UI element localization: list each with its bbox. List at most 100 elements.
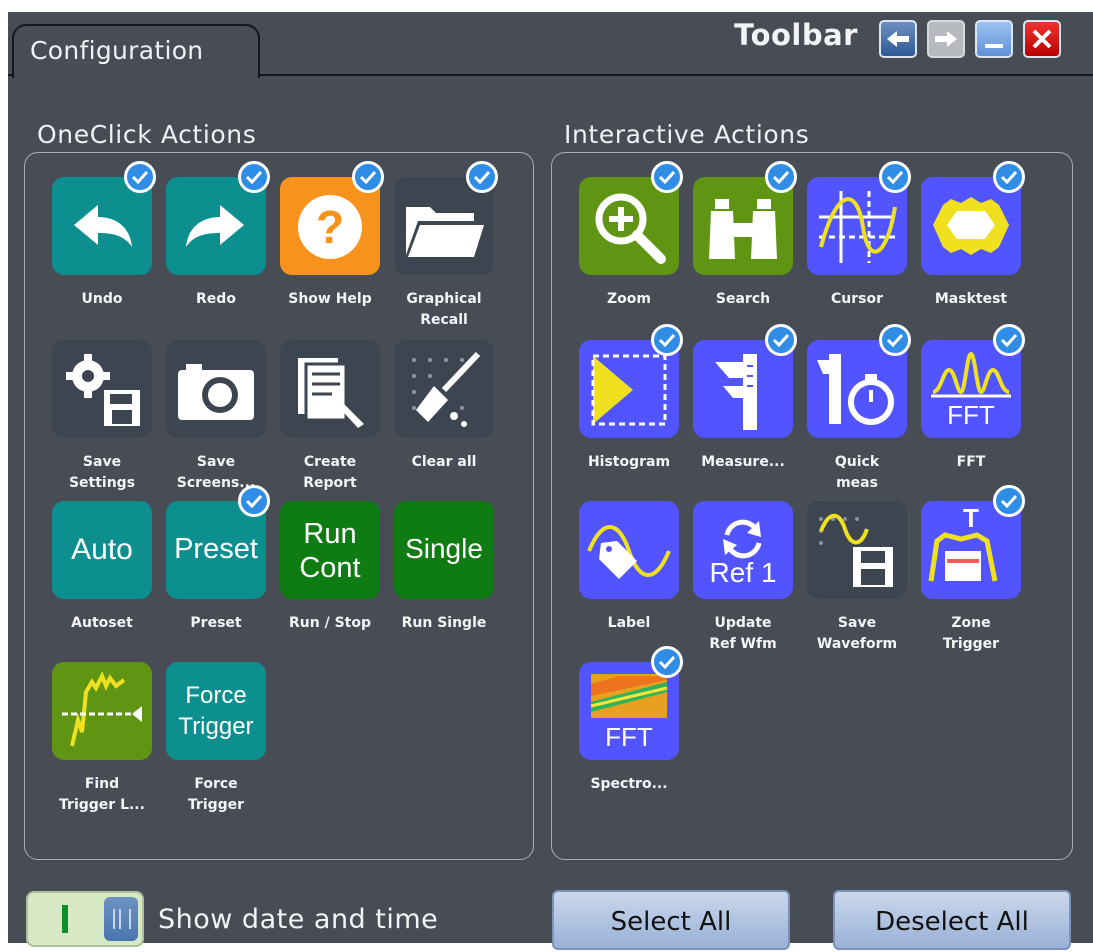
measure-action[interactable]: Measure...	[693, 324, 797, 473]
check-icon	[124, 161, 156, 193]
check-icon	[651, 161, 683, 193]
deselect-all-button[interactable]: Deselect All	[833, 890, 1071, 950]
save-settings-action[interactable]: Save Settings	[52, 340, 152, 494]
check-icon	[466, 161, 498, 193]
spectrogram-tile[interactable]: FFT	[579, 646, 683, 760]
minimize-icon	[985, 44, 1003, 48]
arrow-right-icon	[935, 31, 957, 47]
report-icon	[298, 358, 364, 428]
tab-configuration[interactable]: Configuration	[12, 24, 260, 78]
graphical-recall-tile[interactable]	[394, 161, 498, 275]
cursor-action[interactable]: Cursor	[807, 161, 911, 310]
quick-meas-action[interactable]: Quick meas	[807, 324, 911, 494]
toggle-knob[interactable]	[104, 897, 138, 941]
zoom-tile[interactable]	[579, 161, 683, 275]
run-single-tile[interactable]: Single	[394, 501, 494, 599]
create-report-tile[interactable]	[280, 340, 380, 438]
force-trigger-tile[interactable]: Force Trigger	[166, 662, 266, 760]
autoset-tile-text: Auto	[71, 533, 133, 566]
check-icon	[879, 161, 911, 193]
show-help-tile[interactable]: ?	[280, 161, 384, 275]
update-ref-wfm-tile[interactable]: Ref 1	[693, 501, 793, 599]
save-waveform-action[interactable]: Save Waveform	[807, 501, 907, 655]
run-stop-tile[interactable]: Run Cont	[280, 501, 380, 599]
search-tile[interactable]	[693, 161, 797, 275]
autoset-action[interactable]: Auto Autoset	[52, 501, 152, 634]
show-help-action[interactable]: ? Show Help	[280, 161, 384, 310]
fft-action[interactable]: FFT FFT	[921, 324, 1025, 473]
measure-label: Measure...	[701, 454, 785, 470]
zoom-label: Zoom	[607, 291, 651, 307]
histogram-action[interactable]: Histogram	[579, 324, 683, 473]
close-button[interactable]	[1023, 20, 1061, 58]
check-icon	[879, 324, 911, 356]
save-settings-tile[interactable]	[52, 340, 152, 438]
minimize-button[interactable]	[975, 20, 1013, 58]
label-tile[interactable]	[579, 501, 679, 599]
run-single-action[interactable]: Single Run Single	[394, 501, 494, 634]
toolbar-config-panel: Configuration Toolbar OneClick Actions I…	[8, 12, 1093, 950]
clear-all-action[interactable]: Clear all	[394, 340, 494, 473]
save-waveform-tile[interactable]	[807, 501, 907, 599]
find-trigger-level-tile[interactable]	[52, 662, 152, 760]
measure-tile[interactable]	[693, 324, 797, 438]
check-icon	[352, 161, 384, 193]
quick-meas-tile[interactable]	[807, 324, 911, 438]
graphical-recall-label: Graphical Recall	[406, 291, 482, 328]
preset-tile[interactable]: Preset	[166, 485, 270, 599]
zone-trigger-action[interactable]: T Zone Trigger	[921, 485, 1025, 655]
graphical-recall-action[interactable]: Graphical Recall	[394, 161, 498, 331]
masktest-label: Masktest	[934, 291, 1008, 307]
search-label: Search	[715, 291, 771, 307]
tag-icon	[587, 525, 671, 579]
preset-action[interactable]: Preset Preset	[166, 485, 270, 634]
forward-button[interactable]	[927, 20, 965, 58]
label-action[interactable]: Label	[579, 501, 679, 634]
fft-label: FFT	[956, 454, 986, 470]
spectrogram-action[interactable]: FFT Spectro...	[579, 646, 683, 795]
settings-save-icon	[66, 354, 140, 426]
toggle-on-indicator	[62, 905, 68, 933]
create-report-action[interactable]: Create Report	[280, 340, 380, 494]
run-stop-action[interactable]: Run Cont Run / Stop	[280, 501, 380, 634]
show-date-time-toggle[interactable]	[26, 891, 144, 947]
undo-tile[interactable]	[52, 161, 156, 275]
autoset-tile[interactable]: Auto	[52, 501, 152, 599]
save-screenshot-action[interactable]: Save Screens...	[166, 340, 266, 494]
redo-action[interactable]: Redo	[166, 161, 270, 310]
preset-tile-text: Preset	[174, 533, 258, 565]
find-trigger-level-action[interactable]: Find Trigger L...	[52, 662, 152, 816]
cursor-tile[interactable]	[807, 161, 911, 275]
back-button[interactable]	[879, 20, 917, 58]
run-single-label: Run Single	[401, 615, 487, 631]
run-single-tile-text: Single	[405, 533, 483, 564]
clear-all-tile[interactable]	[394, 340, 494, 438]
create-report-label: Create Report	[303, 454, 357, 491]
oneclick-section-title: OneClick Actions	[37, 120, 257, 149]
force-trigger-label: Force Trigger	[187, 776, 245, 813]
undo-action[interactable]: Undo	[52, 161, 156, 310]
check-icon	[651, 324, 683, 356]
redo-tile[interactable]	[166, 161, 270, 275]
masktest-tile[interactable]	[921, 161, 1025, 275]
find-trigger-level-label: Find Trigger L...	[59, 776, 145, 813]
zoom-action[interactable]: Zoom	[579, 161, 683, 310]
show-help-label: Show Help	[288, 291, 372, 307]
cursor-label: Cursor	[830, 291, 883, 307]
masktest-action[interactable]: Masktest	[921, 161, 1025, 310]
preset-label: Preset	[190, 615, 242, 631]
save-screenshot-tile[interactable]	[166, 340, 266, 438]
search-action[interactable]: Search	[693, 161, 797, 310]
update-ref-wfm-action[interactable]: Ref 1 Update Ref Wfm	[693, 501, 793, 655]
update-ref-wfm-label: Update Ref Wfm	[709, 615, 777, 652]
camera-icon	[178, 364, 254, 420]
redo-label: Redo	[196, 291, 236, 307]
fft-tile[interactable]: FFT	[921, 324, 1025, 438]
histogram-tile[interactable]	[579, 324, 683, 438]
check-icon	[993, 485, 1025, 517]
save-waveform-icon	[819, 513, 893, 587]
zone-trigger-tile[interactable]: T	[921, 485, 1025, 599]
check-icon	[765, 324, 797, 356]
force-trigger-action[interactable]: Force Trigger Force Trigger	[166, 662, 266, 816]
select-all-button[interactable]: Select All	[552, 890, 790, 950]
